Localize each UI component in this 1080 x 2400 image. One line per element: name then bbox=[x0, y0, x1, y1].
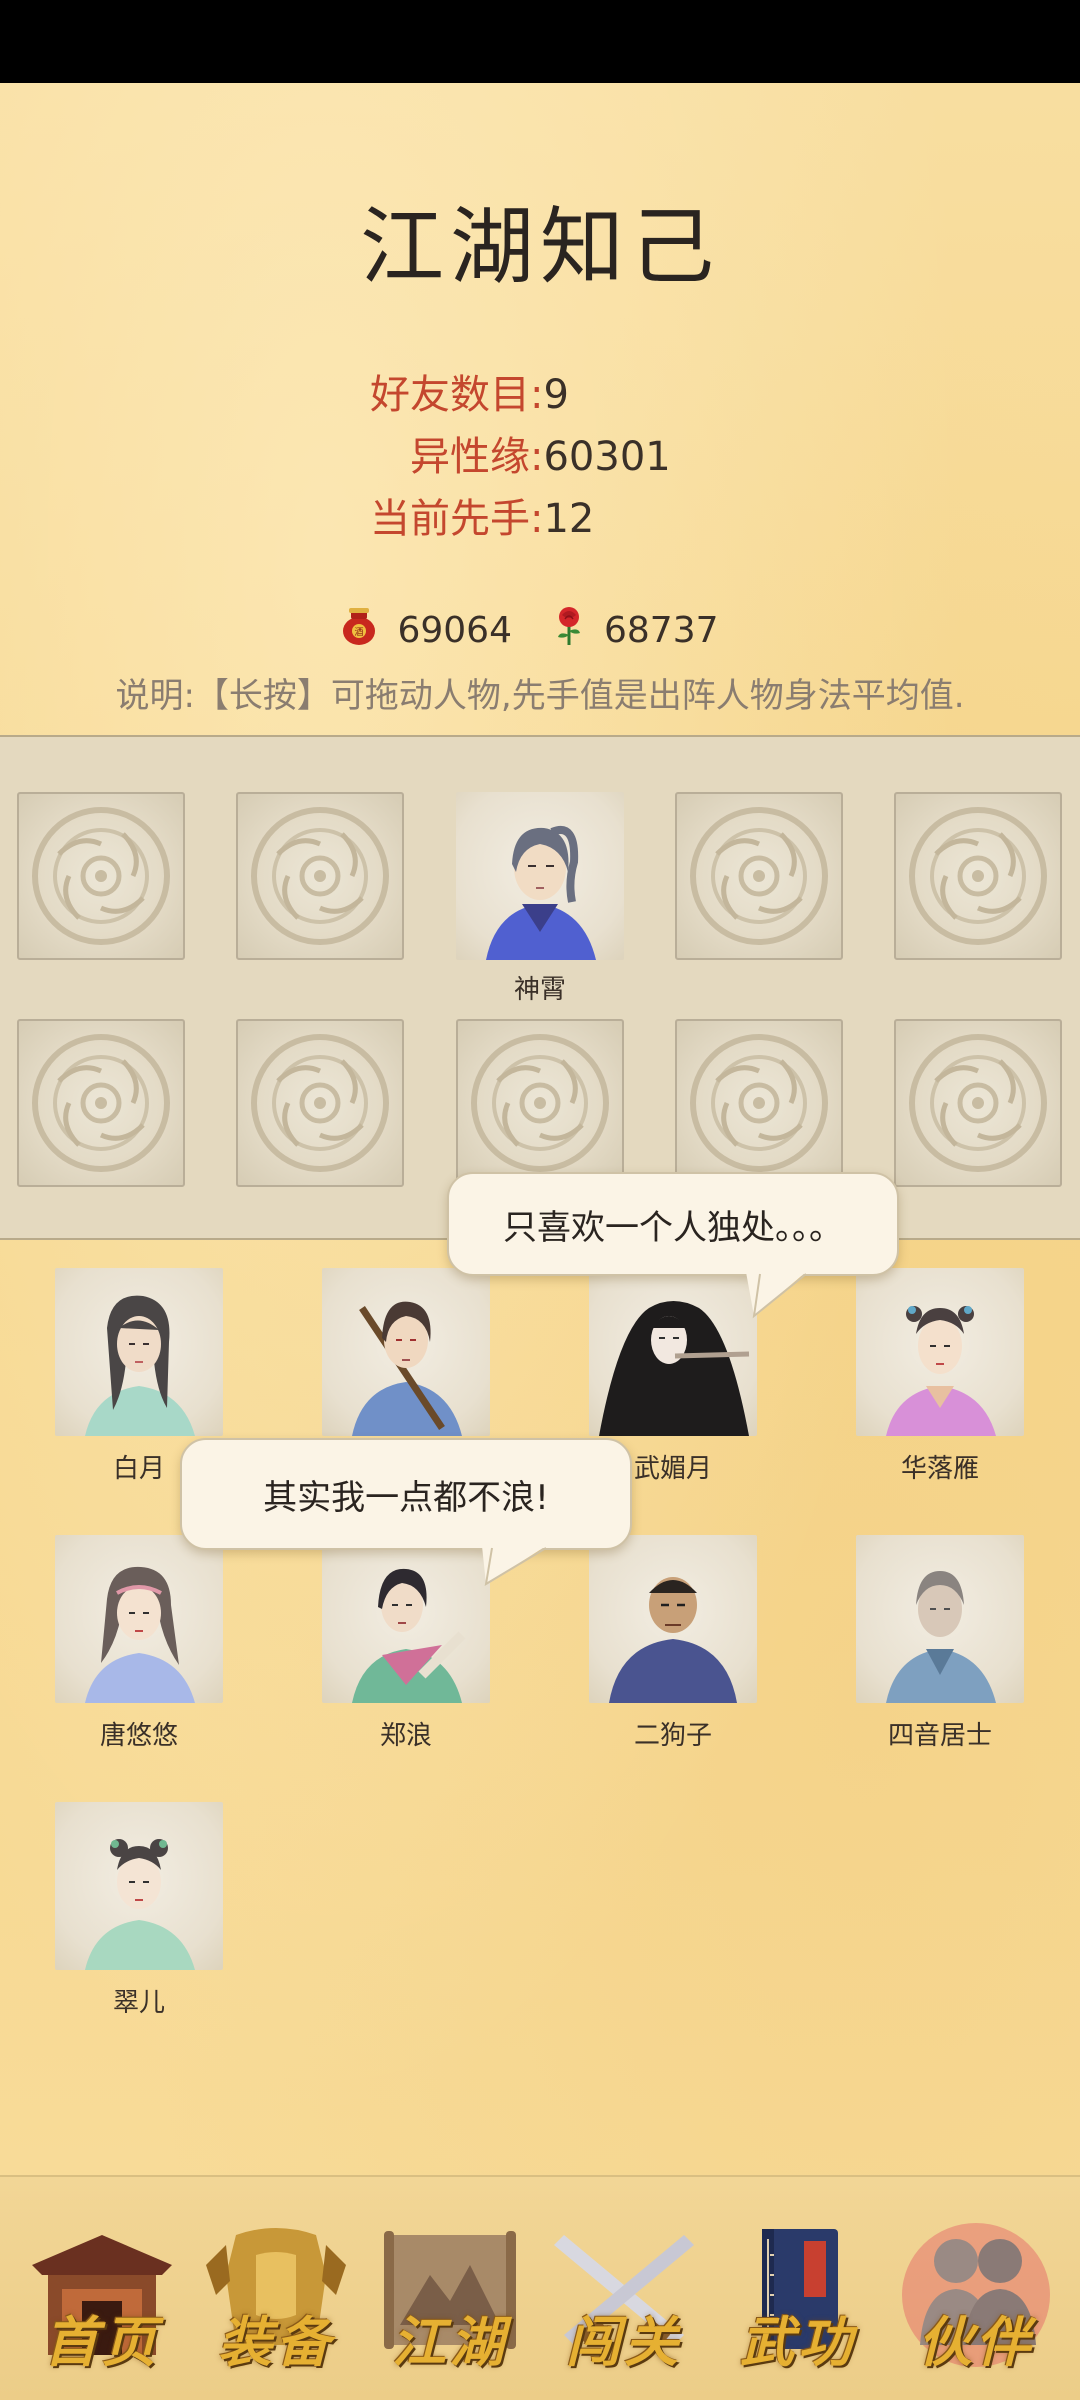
speech-tail bbox=[746, 1272, 807, 1319]
hualuoyan-avatar bbox=[886, 1306, 996, 1436]
bagua-emblem-icon bbox=[690, 807, 828, 945]
lineup-slot-empty[interactable] bbox=[236, 1019, 404, 1187]
charm-row: 异性缘:60301 bbox=[410, 424, 671, 482]
swordsman-avatar bbox=[352, 1301, 462, 1436]
friend-count-row: 好友数目:9 bbox=[370, 362, 569, 420]
page-title: 江湖知己 bbox=[359, 198, 720, 296]
nav-label-equipment: 装备 bbox=[218, 2310, 334, 2374]
nav-jianghu[interactable]: 江湖 bbox=[370, 2205, 530, 2385]
lineup-panel: 神霄 bbox=[0, 735, 1080, 1240]
lineup-slot-empty[interactable] bbox=[456, 1019, 624, 1187]
bagua-emblem-icon bbox=[690, 1034, 828, 1172]
svg-text:酒: 酒 bbox=[355, 627, 364, 638]
bagua-emblem-icon bbox=[32, 1034, 170, 1172]
nav-companions[interactable]: 伙伴 bbox=[896, 2205, 1056, 2385]
wine-jar-icon: 酒 bbox=[339, 605, 379, 656]
friend-count-value: 9 bbox=[543, 372, 569, 418]
lineup-name-shenxiao: 神霄 bbox=[513, 975, 566, 1005]
nav-home[interactable]: 首页 bbox=[22, 2205, 182, 2385]
initiative-row: 当前先手:12 bbox=[370, 486, 594, 544]
roster-name-zhenglang: 郑浪 bbox=[379, 1721, 432, 1751]
nav-equipment[interactable]: 装备 bbox=[196, 2205, 356, 2385]
roster-name-cuier: 翠儿 bbox=[112, 1988, 165, 2018]
rose-amount: 68737 bbox=[604, 610, 719, 651]
friend-count-label: 好友数目: bbox=[370, 372, 544, 418]
lineup-slot-empty[interactable] bbox=[17, 1019, 185, 1187]
roster-name-ergouzi: 二狗子 bbox=[633, 1721, 712, 1751]
bagua-emblem-icon bbox=[32, 807, 170, 945]
bottom-nav: 首页 装备 江湖 闯关 武功 伙伴 bbox=[0, 2175, 1080, 2400]
tangyouyou-avatar bbox=[85, 1566, 195, 1703]
bagua-emblem-icon bbox=[909, 807, 1047, 945]
siyinjushi-avatar bbox=[886, 1571, 996, 1703]
charm-value: 60301 bbox=[543, 434, 671, 480]
speech-bubble-wumeiyue: 只喜欢一个人独处。。。 bbox=[447, 1172, 899, 1276]
nav-label-challenge: 闯关 bbox=[566, 2310, 682, 2374]
lineup-slot-empty[interactable] bbox=[675, 1019, 843, 1187]
nav-label-companions: 伙伴 bbox=[918, 2310, 1034, 2374]
speech-bubble-zhenglang: 其实我一点都不浪! bbox=[180, 1438, 632, 1550]
speech-text-wumeiyue: 只喜欢一个人独处。。。 bbox=[503, 1207, 843, 1248]
roster-name-hualuoyan: 华落雁 bbox=[900, 1454, 979, 1484]
bagua-emblem-icon bbox=[471, 1034, 609, 1172]
instruction-text: 说明:【长按】可拖动人物,先手值是出阵人物身法平均值. bbox=[115, 676, 965, 716]
wine-amount: 69064 bbox=[397, 610, 512, 651]
lineup-slot-empty[interactable] bbox=[236, 792, 404, 960]
baiyue-avatar bbox=[85, 1295, 195, 1436]
speech-text-zhenglang: 其实我一点都不浪! bbox=[263, 1477, 549, 1518]
lineup-slot-empty[interactable] bbox=[894, 1019, 1062, 1187]
bagua-emblem-icon bbox=[251, 807, 389, 945]
speech-tail bbox=[482, 1546, 547, 1586]
initiative-label: 当前先手: bbox=[370, 496, 544, 542]
bagua-emblem-icon bbox=[909, 1034, 1047, 1172]
lineup-slot-shenxiao-portrait[interactable] bbox=[456, 792, 624, 960]
roster-portrait-cuier[interactable] bbox=[55, 1802, 223, 1970]
initiative-value: 12 bbox=[543, 496, 595, 542]
roster-portrait-hualuoyan[interactable] bbox=[856, 1268, 1024, 1436]
roster-portrait-ergouzi[interactable] bbox=[589, 1535, 757, 1703]
roster-name-siyinjushi: 四音居士 bbox=[887, 1721, 992, 1751]
charm-label: 异性缘: bbox=[410, 434, 544, 480]
shenxiao-avatar bbox=[486, 826, 596, 960]
lineup-slot-empty[interactable] bbox=[17, 792, 185, 960]
lineup-slot-empty[interactable] bbox=[675, 792, 843, 960]
roster-portrait-siyinjushi[interactable] bbox=[856, 1535, 1024, 1703]
roster-portrait-tangyouyou[interactable] bbox=[55, 1535, 223, 1703]
cuier-avatar bbox=[85, 1839, 195, 1970]
currency-bar: 酒 69064 68737 bbox=[0, 605, 1080, 656]
roster-portrait-baiyue[interactable] bbox=[55, 1268, 223, 1436]
roster-name-tangyouyou: 唐悠悠 bbox=[99, 1721, 178, 1751]
wumeiyue-avatar bbox=[599, 1301, 750, 1436]
rose-icon bbox=[552, 605, 586, 656]
status-bar bbox=[0, 0, 1080, 83]
nav-martial-arts[interactable]: 武功 bbox=[718, 2205, 878, 2385]
bagua-emblem-icon bbox=[251, 1034, 389, 1172]
roster-portrait-wumeiyue[interactable] bbox=[589, 1268, 757, 1436]
nav-challenge[interactable]: 闯关 bbox=[544, 2205, 704, 2385]
roster-portrait-zhenglang[interactable] bbox=[322, 1535, 490, 1703]
lineup-slot-empty[interactable] bbox=[894, 792, 1062, 960]
nav-label-martial-arts: 武功 bbox=[740, 2310, 856, 2374]
ergouzi-avatar bbox=[609, 1577, 737, 1703]
roster-portrait-swordsman[interactable] bbox=[322, 1268, 490, 1436]
nav-label-home: 首页 bbox=[44, 2310, 160, 2374]
nav-label-jianghu: 江湖 bbox=[392, 2310, 508, 2374]
zhenglang-avatar bbox=[352, 1568, 466, 1703]
